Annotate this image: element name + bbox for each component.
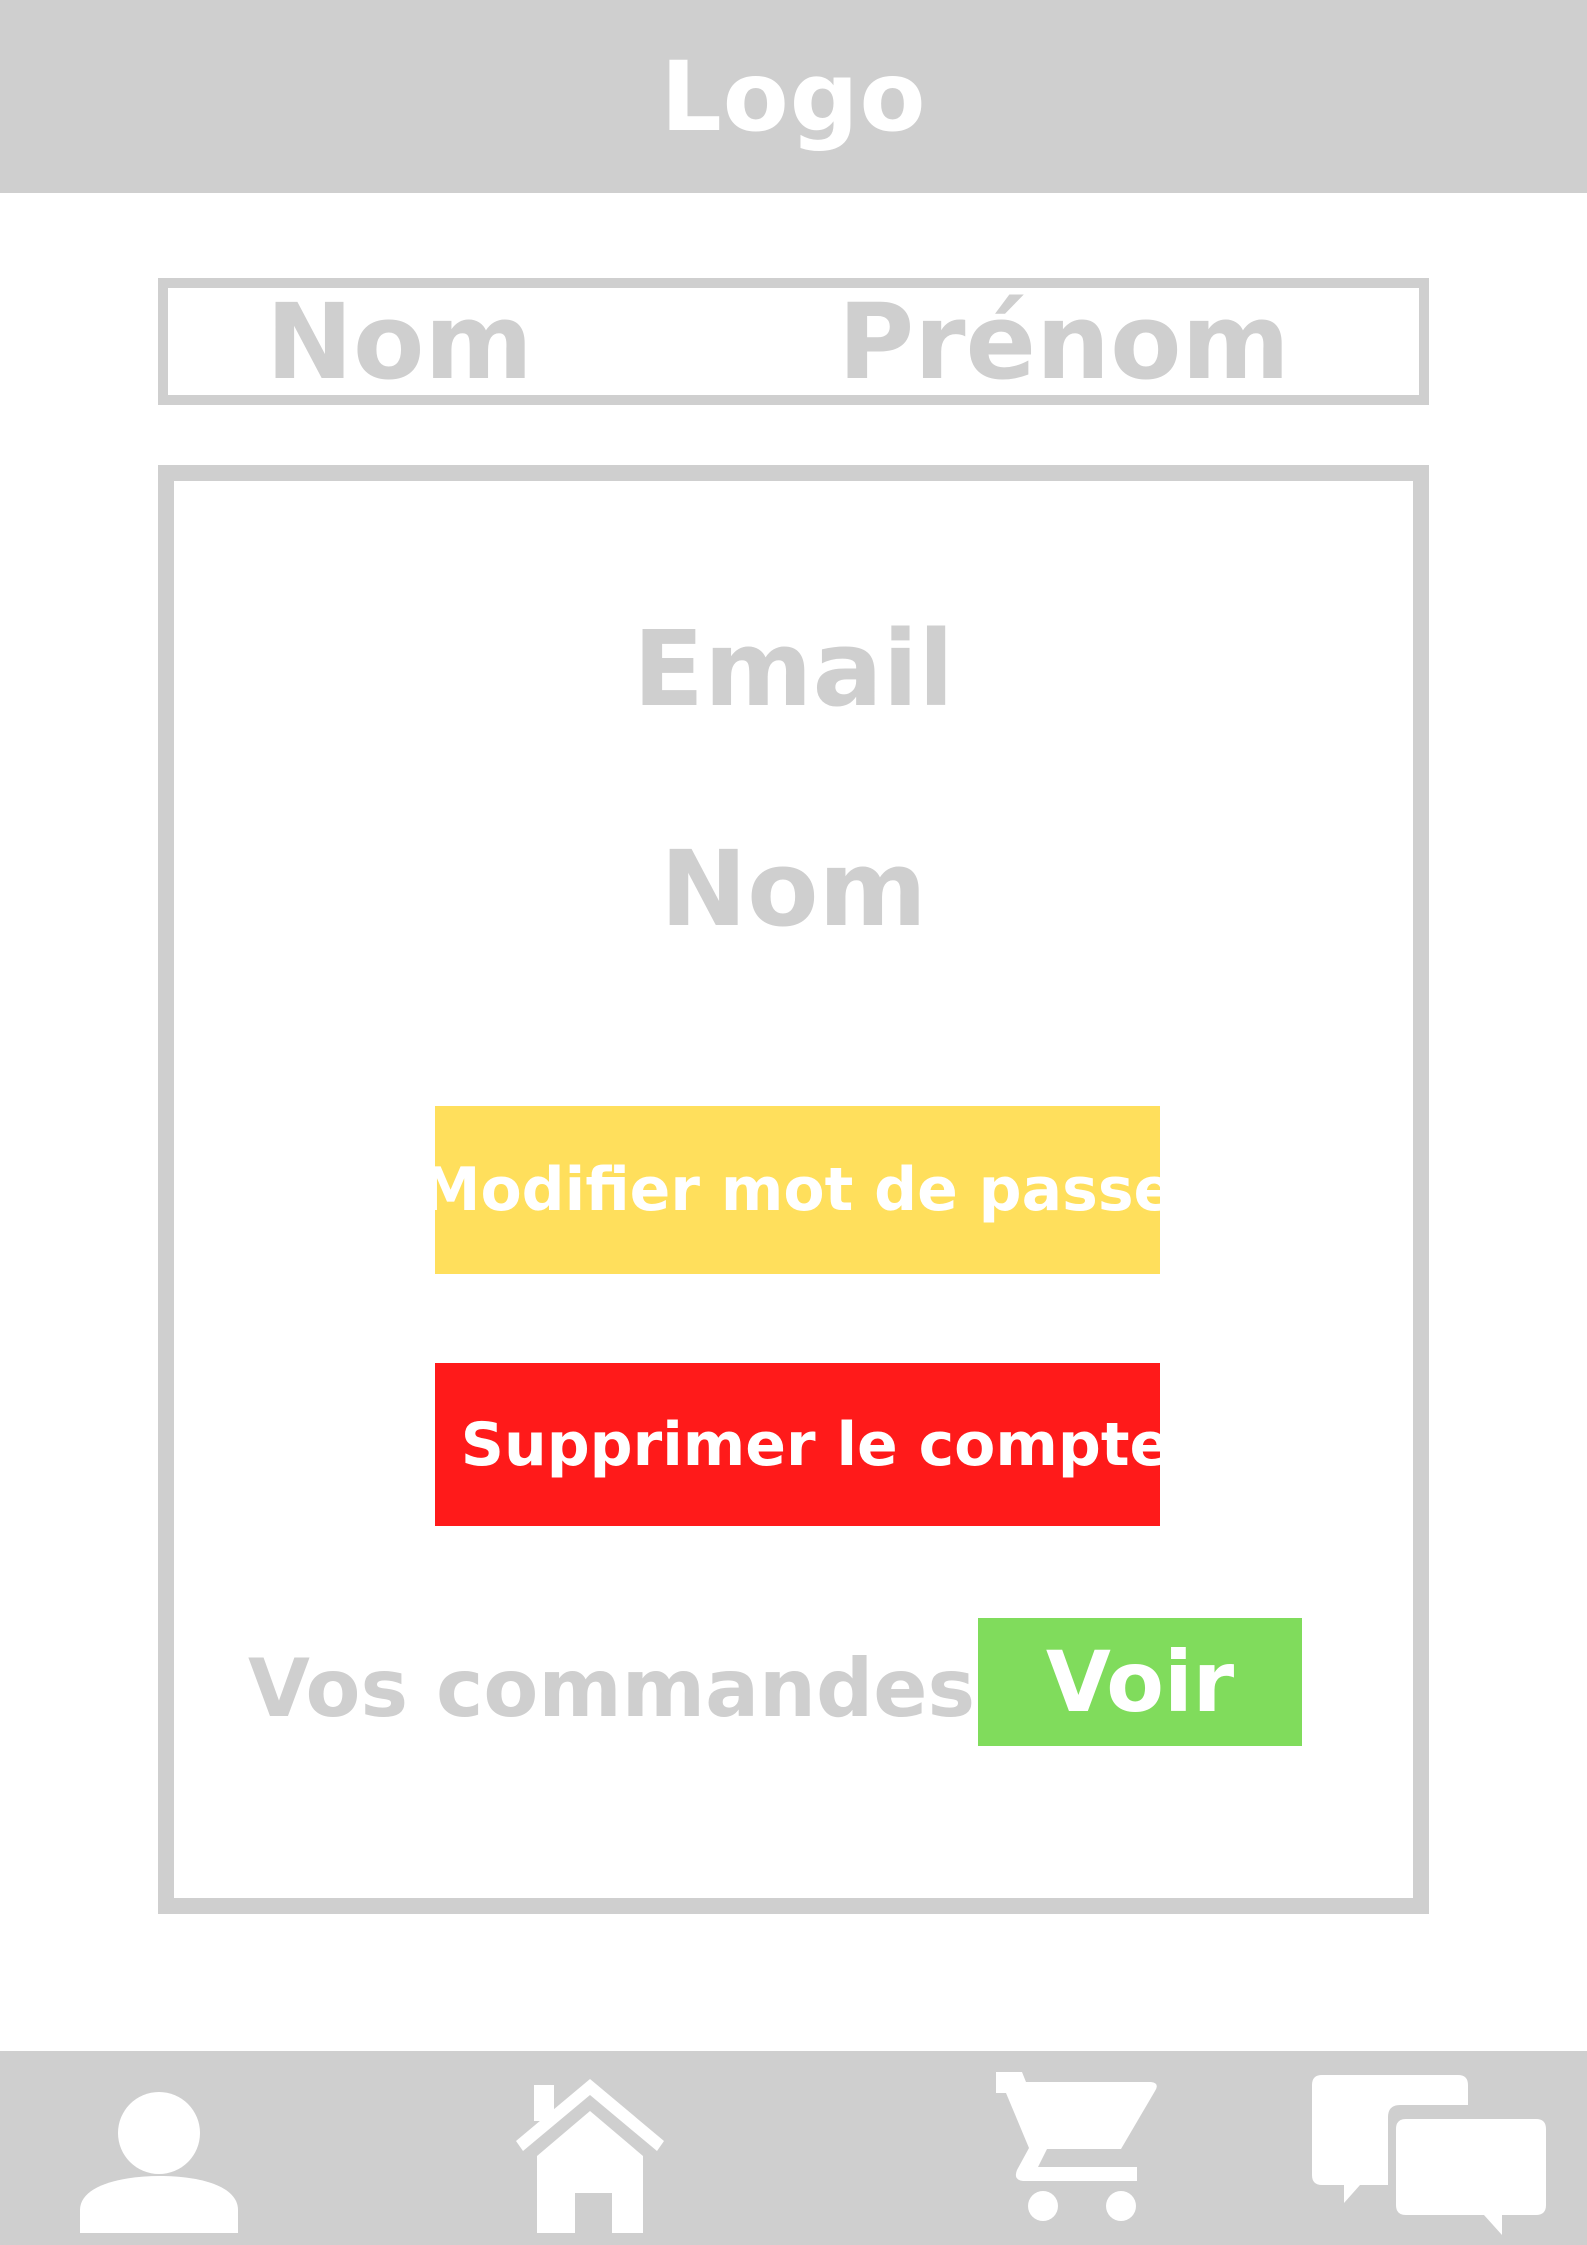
last-name-label: Nom <box>266 280 533 403</box>
change-password-button[interactable]: Modifier mot de passe <box>421 1106 1174 1274</box>
chat-icon[interactable] <box>1308 2075 1548 2245</box>
email-label: Email <box>633 608 954 730</box>
home-icon[interactable] <box>506 2071 676 2241</box>
view-orders-button[interactable]: Voir <box>978 1618 1302 1746</box>
first-name-label: Prénom <box>838 280 1290 403</box>
user-icon[interactable] <box>78 2069 242 2233</box>
top-header: Logo <box>0 0 1587 193</box>
cart-icon[interactable] <box>993 2069 1163 2239</box>
profile-name-box: Nom Prénom <box>158 278 1429 405</box>
delete-account-button[interactable]: Supprimer le compte <box>435 1363 1170 1526</box>
name-label: Nom <box>660 828 927 950</box>
orders-label: Vos commandes <box>248 1641 976 1735</box>
bottom-nav <box>0 2051 1587 2245</box>
logo[interactable]: Logo <box>0 0 1587 193</box>
